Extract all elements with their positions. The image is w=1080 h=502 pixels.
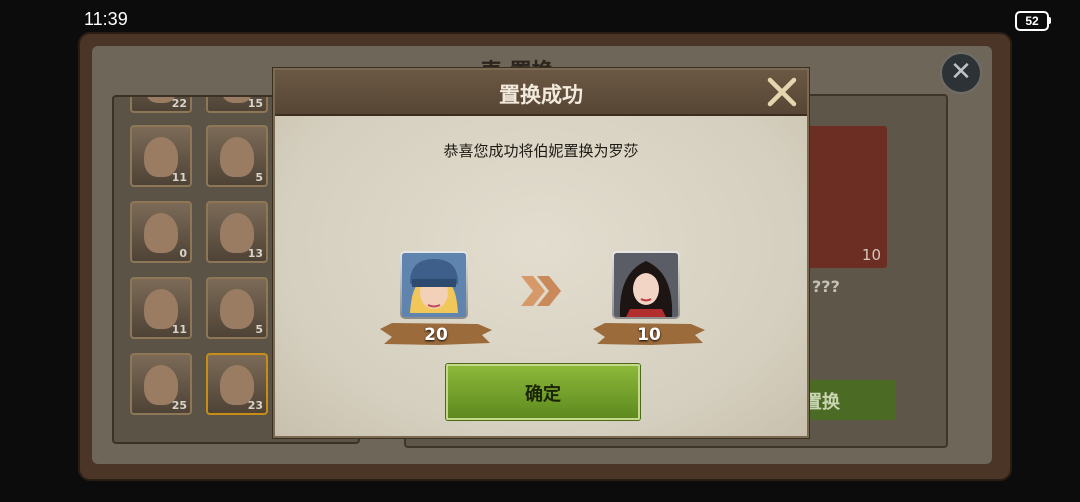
close-icon: ✕	[950, 57, 972, 87]
target-hero-level: 10	[861, 246, 881, 264]
dialog-title: 置换成功	[499, 83, 583, 107]
hero-level: 13	[247, 247, 263, 260]
close-panel-button[interactable]: ✕	[940, 52, 982, 94]
hero-slot[interactable]: 15	[206, 97, 268, 113]
hero-level: 5	[255, 323, 263, 336]
hero-level: 25	[171, 399, 187, 412]
hero-slot[interactable]: 11	[130, 277, 192, 339]
close-icon	[767, 77, 797, 107]
hero-slot[interactable]: 5	[206, 125, 268, 187]
hero-portrait	[220, 137, 254, 177]
confirm-button[interactable]: 确定	[446, 364, 640, 420]
swap-message: 恭喜您成功将伯妮置换为罗莎	[443, 142, 639, 160]
clock: 11:39	[84, 9, 128, 29]
hero-level: 11	[171, 323, 187, 336]
hero-slot[interactable]: 0	[130, 201, 192, 263]
hero-slot[interactable]: 13	[206, 201, 268, 263]
swap-button-label: 置换	[804, 392, 840, 413]
hero-slot[interactable]: 11	[130, 125, 192, 187]
dialog-header: 置换成功	[275, 70, 807, 116]
swap-button[interactable]: 置换	[796, 380, 896, 420]
from-hero-level: 20	[424, 325, 448, 345]
hero-slot[interactable]: 25	[130, 353, 192, 415]
target-hero-name: ???	[812, 277, 840, 296]
hero-portrait	[220, 289, 254, 329]
to-hero-portrait	[612, 251, 680, 319]
hero-slot[interactable]: 22	[130, 97, 192, 113]
battery-tip	[1048, 17, 1051, 24]
hero-level: 23	[247, 399, 263, 412]
dark-hair-girl-portrait	[614, 253, 678, 317]
dialog-body: 恭喜您成功将伯妮置换为罗莎 20 10 确定	[275, 116, 807, 436]
hero-level: 11	[171, 171, 187, 184]
from-hero-portrait	[400, 251, 468, 319]
swap-success-dialog: 置换成功 恭喜您成功将伯妮置换为罗莎 20 10 确定	[273, 68, 809, 438]
target-hero-card: 10	[805, 126, 887, 268]
battery-icon: 52	[1015, 11, 1049, 31]
helmet-girl-portrait	[402, 253, 466, 317]
hero-level: 15	[247, 97, 263, 110]
confirm-button-label: 确定	[525, 384, 561, 405]
hero-level: 5	[255, 171, 263, 184]
hero-level: 0	[179, 247, 187, 260]
double-chevron-right-icon	[521, 276, 561, 306]
hero-slot-selected[interactable]: 23	[206, 353, 268, 415]
to-hero-level: 10	[637, 325, 661, 345]
dialog-close-button[interactable]	[765, 75, 799, 109]
hero-slot[interactable]: 5	[206, 277, 268, 339]
hero-level: 22	[171, 97, 187, 110]
hero-portrait	[144, 213, 178, 253]
